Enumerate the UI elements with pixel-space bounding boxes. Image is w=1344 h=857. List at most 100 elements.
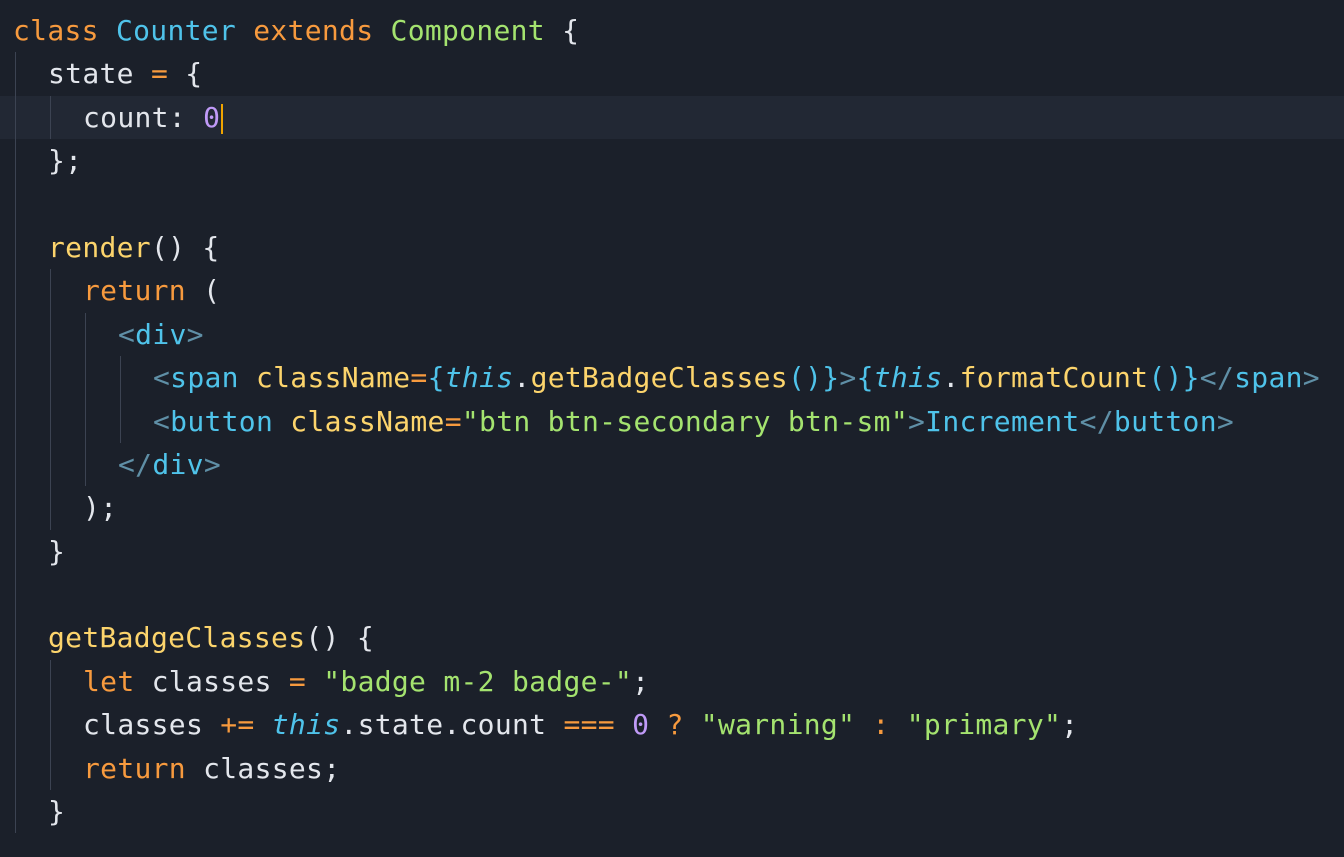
indent-guide — [50, 269, 51, 313]
indent-guide — [15, 659, 16, 704]
string-token: "badge m-2 badge-" — [323, 664, 633, 698]
keyword-token: let — [83, 664, 135, 698]
string-token: "warning" — [700, 708, 856, 742]
function-name-token: render — [48, 230, 151, 264]
code-line[interactable]: } — [0, 529, 1344, 574]
jsx-angle-bracket: </ — [1079, 404, 1114, 438]
code-line[interactable]: <div> — [0, 312, 1344, 357]
operator-token: = — [150, 57, 169, 91]
text-cursor — [221, 103, 224, 134]
punctuation-token: () { — [305, 621, 375, 655]
code-editor[interactable]: class Counter extends Component {state =… — [0, 0, 1344, 857]
code-line[interactable]: count: 0 — [0, 95, 1344, 140]
code-text: classes; — [185, 751, 341, 785]
indent-guide — [120, 356, 121, 400]
punctuation-token: ; — [632, 664, 650, 698]
indent-guide — [15, 486, 16, 530]
jsx-brace-token: { — [427, 361, 445, 395]
code-line[interactable] — [0, 182, 1344, 226]
keyword-token: class — [13, 14, 99, 47]
code-line[interactable]: </div> — [0, 442, 1344, 487]
code-line[interactable]: classes += this.state.count === 0 ? "war… — [0, 703, 1344, 747]
code-text: classes — [83, 708, 221, 742]
string-token: "btn btn-secondary btn-sm" — [461, 404, 908, 438]
operator-token: += — [220, 708, 255, 742]
code-text: classes — [134, 664, 289, 698]
indent-guide — [15, 356, 16, 400]
jsx-angle-bracket: > — [203, 447, 221, 481]
indent-guide — [15, 182, 16, 226]
indent-guide — [15, 52, 16, 96]
jsx-angle-bracket: < — [153, 361, 171, 395]
punctuation-token: { — [185, 57, 203, 91]
jsx-tag-token: div — [152, 447, 204, 481]
code-line[interactable]: return classes; — [0, 746, 1344, 791]
keyword-token: return — [83, 751, 186, 785]
code-line[interactable]: state = { — [0, 52, 1344, 96]
indent-guide — [15, 139, 16, 183]
operator-token: = — [288, 664, 307, 698]
code-line[interactable]: render() { — [0, 225, 1344, 270]
code-line[interactable]: }; — [0, 139, 1344, 183]
punctuation-token: ); — [83, 491, 118, 525]
jsx-angle-bracket: > — [1216, 404, 1235, 438]
jsx-angle-bracket: </ — [1199, 361, 1235, 395]
punctuation-token: }; — [48, 144, 83, 178]
indent-guide — [85, 356, 86, 400]
jsx-brace-token: ()} — [787, 361, 840, 395]
jsx-angle-bracket: < — [153, 404, 171, 438]
indent-guide — [50, 356, 51, 400]
code-line[interactable]: getBadgeClasses() { — [0, 616, 1344, 660]
indent-guide — [15, 95, 16, 140]
indent-guide — [85, 399, 86, 443]
operator-token: : — [872, 708, 890, 742]
punctuation-token: ( — [203, 274, 221, 308]
code-line[interactable] — [0, 573, 1344, 617]
jsx-angle-bracket: > — [186, 317, 204, 351]
indent-guide — [50, 312, 51, 357]
jsx-tag-token: Increment — [925, 404, 1080, 438]
code-line[interactable]: } — [0, 790, 1344, 834]
code-line[interactable]: <span className={this.getBadgeClasses()}… — [0, 356, 1344, 400]
code-line[interactable]: let classes = "badge m-2 badge-"; — [0, 659, 1344, 704]
indent-guide — [50, 442, 51, 487]
code-line[interactable]: ); — [0, 486, 1344, 530]
jsx-tag-token: button — [170, 404, 274, 438]
indent-guide — [15, 616, 16, 660]
punctuation-token: ; — [1061, 708, 1079, 742]
jsx-angle-bracket: > — [1302, 361, 1320, 395]
jsx-attribute-token: className — [290, 404, 445, 438]
this-keyword-token: this — [271, 708, 341, 742]
code-text: . — [513, 361, 531, 395]
code-line[interactable]: return ( — [0, 269, 1344, 313]
type-token: Component — [390, 14, 545, 47]
jsx-angle-bracket: </ — [118, 447, 153, 481]
number-token: 0 — [203, 100, 221, 134]
jsx-tag-token: button — [1113, 404, 1217, 438]
jsx-angle-bracket: > — [907, 404, 926, 438]
class-name-token: Counter — [115, 14, 237, 47]
indent-guide — [50, 95, 51, 140]
function-name-token: getBadgeClasses — [48, 621, 306, 655]
jsx-angle-bracket: < — [118, 317, 136, 351]
code-line[interactable]: class Counter extends Component { — [0, 9, 1344, 52]
indent-guide — [50, 746, 51, 791]
indent-guide — [15, 746, 16, 791]
string-token: "primary" — [906, 708, 1062, 742]
code-line[interactable]: <button className="btn btn-secondary btn… — [0, 399, 1344, 443]
indent-guide — [15, 442, 16, 487]
number-token: 0 — [632, 708, 650, 742]
this-keyword-token: this — [444, 361, 514, 395]
operator-token: = — [444, 404, 462, 438]
jsx-brace-token: ()} — [1148, 361, 1200, 395]
